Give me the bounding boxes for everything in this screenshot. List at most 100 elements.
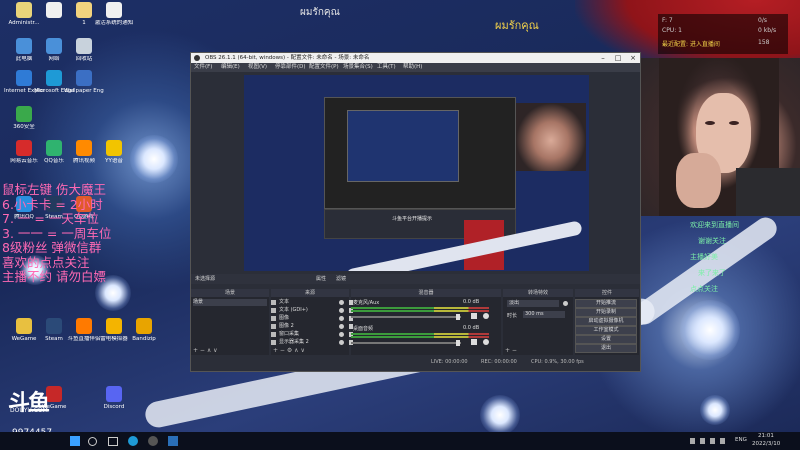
duration-input[interactable]: 300 ms xyxy=(523,311,565,318)
douyu-logo: 斗鱼 DOUYU.COM xyxy=(6,385,60,416)
rec-timer: REC: 00:00:00 xyxy=(481,359,517,365)
desktop-icon[interactable]: 回收站 xyxy=(64,38,104,62)
gear-icon[interactable] xyxy=(563,301,568,306)
app-icon xyxy=(106,318,122,334)
overlay-line: 鼠标左键 伤大魔王 xyxy=(2,182,106,197)
desktop-icon-label: 激活系统的通知 xyxy=(94,20,134,26)
source-item[interactable]: 文本 (GDI+) xyxy=(271,307,353,314)
task-view-icon[interactable] xyxy=(108,437,118,446)
exit-button[interactable]: 退出 xyxy=(575,344,637,353)
add-source-button[interactable]: + − ⚙ ∧ ∨ xyxy=(273,347,305,354)
desktop-icon[interactable]: Bandizip xyxy=(124,318,164,342)
source-item[interactable]: 显示器采集 2 xyxy=(271,339,353,346)
scene-item[interactable]: 场景 xyxy=(193,299,267,306)
no-source-label: 未选择源 xyxy=(195,276,216,282)
desktop-icon[interactable]: 360安全 xyxy=(4,106,44,130)
status-bar: LIVE: 00:00:00 REC: 00:00:00 CPU: 0.9%, … xyxy=(191,357,640,367)
menu-edit[interactable]: 编辑(E) xyxy=(221,63,240,72)
speaker-icon[interactable] xyxy=(471,339,477,345)
chat-line: 点点关注 xyxy=(690,285,718,293)
obs-titlebar[interactable]: OBS 26.1.1 (64-bit, windows) - 配置文件: 未命名… xyxy=(191,53,640,63)
desktop-icon[interactable]: YY语音 xyxy=(94,140,134,164)
overlay-line: 3. 一一 = 一周车位 xyxy=(2,225,112,241)
volume-slider-knob[interactable] xyxy=(456,340,460,346)
source-type-icon xyxy=(271,300,276,305)
source-name: 图像 xyxy=(279,315,290,321)
visibility-eye-icon[interactable] xyxy=(339,308,344,313)
menu-view[interactable]: 视图(V) xyxy=(248,63,267,72)
maximize-icon[interactable]: □ xyxy=(611,53,625,63)
obs-taskbar-icon[interactable] xyxy=(148,436,158,446)
virtual-camera-button[interactable]: 启动虚拟摄像机 xyxy=(575,317,637,326)
desktop-icon[interactable]: Discord xyxy=(94,386,134,410)
gear-icon[interactable] xyxy=(483,313,489,319)
properties-button[interactable]: 属性 xyxy=(316,274,326,284)
menu-docks[interactable]: 停靠部件(D) xyxy=(275,63,306,72)
desktop-icon-label: 回收站 xyxy=(75,56,93,62)
source-type-icon xyxy=(271,332,276,337)
transition-select[interactable]: 淡出 xyxy=(507,300,559,307)
app-icon xyxy=(46,38,62,54)
menu-scene-collection[interactable]: 场景集合(S) xyxy=(343,63,373,72)
source-item[interactable]: 图像 2 xyxy=(271,323,353,330)
logo-small-text: DOUYU.COM xyxy=(10,407,48,414)
menu-tools[interactable]: 工具(T) xyxy=(377,63,396,72)
source-item[interactable]: 文本 xyxy=(271,299,353,306)
menu-file[interactable]: 文件(F) xyxy=(194,63,212,72)
tray-icons[interactable] xyxy=(690,438,728,444)
visibility-eye-icon[interactable] xyxy=(339,300,344,305)
overlay-line: 7. 一 = 一天车位 xyxy=(2,211,99,226)
glow-orb xyxy=(700,395,730,425)
windows-start-icon[interactable] xyxy=(70,436,80,446)
add-scene-button[interactable]: + − ∧ ∨ xyxy=(193,347,218,354)
chat-line: 来了来了 xyxy=(698,269,726,277)
app-icon xyxy=(46,2,62,18)
visibility-eye-icon[interactable] xyxy=(339,332,344,337)
preview-nested-window xyxy=(324,97,516,209)
volume-slider[interactable] xyxy=(351,342,461,344)
mixer-channel: 麦克风/Aux 0.0 dB xyxy=(351,299,501,327)
visibility-eye-icon[interactable] xyxy=(339,324,344,329)
visibility-eye-icon[interactable] xyxy=(339,316,344,321)
settings-button[interactable]: 设置 xyxy=(575,335,637,344)
filters-button[interactable]: 滤镜 xyxy=(336,274,346,284)
app-taskbar-icon[interactable] xyxy=(168,436,178,446)
minimize-icon[interactable]: – xyxy=(596,53,610,63)
start-streaming-button[interactable]: 开始推流 xyxy=(575,299,637,308)
gear-icon[interactable] xyxy=(483,339,489,345)
language-indicator[interactable]: ENG xyxy=(735,437,747,443)
desktop-icon[interactable]: Wallpaper Engine xyxy=(64,70,104,94)
clock-date[interactable]: 2022/3/10 xyxy=(752,441,780,447)
duration-label: 时长 xyxy=(507,313,518,319)
clock-time[interactable]: 21:01 xyxy=(758,433,774,439)
app-icon xyxy=(76,318,92,334)
menu-help[interactable]: 帮助(H) xyxy=(403,63,422,72)
app-icon xyxy=(16,140,32,156)
volume-slider-knob[interactable] xyxy=(456,314,460,320)
app-icon xyxy=(16,38,32,54)
mixer-channel-name: 桌面音频 xyxy=(353,326,374,332)
edge-taskbar-icon[interactable] xyxy=(128,436,138,446)
close-icon[interactable]: × xyxy=(626,53,640,63)
source-item[interactable]: 窗口采集 xyxy=(271,331,353,338)
menu-profile[interactable]: 配置文件(P) xyxy=(309,63,339,72)
obs-preview[interactable]: 斗鱼平台开播提示 xyxy=(244,75,589,271)
obs-window[interactable]: OBS 26.1.1 (64-bit, windows) - 配置文件: 未命名… xyxy=(190,52,641,372)
volume-slider[interactable] xyxy=(351,316,461,318)
app-icon xyxy=(106,386,122,402)
webcam-feed xyxy=(641,58,800,216)
search-icon[interactable] xyxy=(88,437,97,446)
add-transition-button[interactable]: + − xyxy=(505,347,517,354)
source-item[interactable]: 图像 xyxy=(271,315,353,322)
app-icon xyxy=(46,70,62,86)
studio-mode-button[interactable]: 工作室模式 xyxy=(575,326,637,335)
desktop-icon[interactable]: 激活系统的通知 xyxy=(94,2,134,26)
mixer-dock-header: 混音器 xyxy=(351,289,501,297)
volume-meter xyxy=(351,310,489,312)
visibility-eye-icon[interactable] xyxy=(339,340,344,345)
start-recording-button[interactable]: 开始录制 xyxy=(575,308,637,317)
preview-text: 斗鱼平台开播提示 xyxy=(392,216,433,222)
speaker-icon[interactable] xyxy=(471,313,477,319)
app-icon xyxy=(76,70,92,86)
source-type-icon xyxy=(271,316,276,321)
